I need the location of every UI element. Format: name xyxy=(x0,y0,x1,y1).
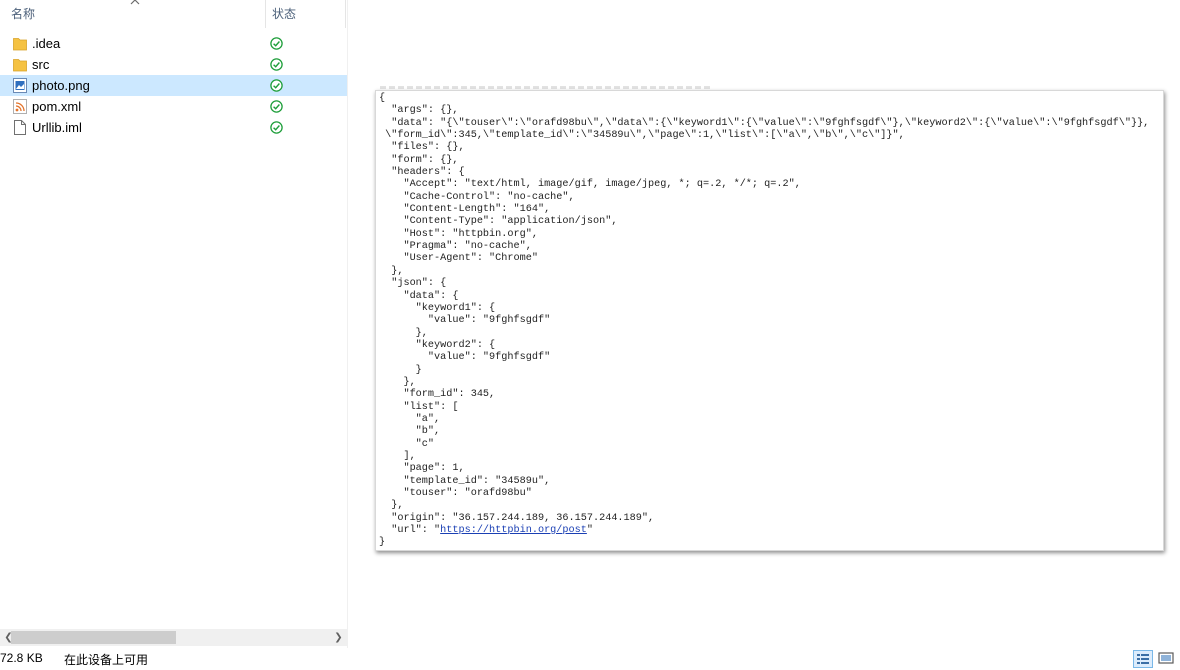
sync-status-check-icon xyxy=(270,79,283,92)
column-header-name[interactable]: 名称 xyxy=(11,0,35,28)
availability-status: 在此设备上可用 xyxy=(64,653,149,667)
sort-ascending-icon[interactable] xyxy=(129,0,141,6)
file-row[interactable]: photo.png xyxy=(0,75,347,96)
details-view-button[interactable] xyxy=(1133,650,1153,668)
horizontal-scrollbar[interactable]: ❮ ❯ xyxy=(0,629,347,646)
file-row[interactable]: Urllib.iml xyxy=(0,117,347,138)
document-icon xyxy=(13,120,27,135)
folder-icon xyxy=(13,57,27,72)
column-divider[interactable] xyxy=(345,0,346,28)
file-row[interactable]: .idea xyxy=(0,33,347,54)
file-name: photo.png xyxy=(32,78,90,93)
file-name: pom.xml xyxy=(32,99,82,114)
scrollbar-thumb[interactable] xyxy=(11,631,176,644)
file-name: src xyxy=(32,57,50,72)
column-divider[interactable] xyxy=(265,0,266,28)
sync-status-check-icon xyxy=(270,100,283,113)
sync-status-check-icon xyxy=(270,58,283,71)
image-preview-pane: { "args": {}, "data": "{\"touser\":\"ora… xyxy=(375,90,1164,551)
xml-file-icon xyxy=(13,99,27,114)
image-file-icon xyxy=(13,78,27,93)
file-explorer-pane: 名称 状态 .idea src photo.png pom.xml Urllib.iml… xyxy=(0,0,348,648)
file-name: Urllib.iml xyxy=(32,120,82,135)
sync-status-check-icon xyxy=(270,37,283,50)
selected-file-size: 72.8 KB xyxy=(0,651,43,665)
file-name: .idea xyxy=(32,36,61,51)
large-icons-view-icon xyxy=(1158,652,1174,664)
scroll-right-arrow-icon[interactable]: ❯ xyxy=(330,629,347,646)
column-header: 名称 状态 xyxy=(0,0,347,29)
preview-cropped-line xyxy=(380,86,710,89)
url-link: https://httpbin.org/post xyxy=(440,525,587,537)
folder-icon xyxy=(13,36,27,51)
file-row[interactable]: pom.xml xyxy=(0,96,347,117)
column-header-status[interactable]: 状态 xyxy=(272,0,296,28)
details-view-icon xyxy=(1137,654,1149,664)
sync-status-check-icon xyxy=(270,121,283,134)
large-icons-view-button[interactable] xyxy=(1157,650,1177,668)
status-bar: 72.8 KB 在此设备上可用 xyxy=(0,648,1180,670)
json-response-text: { "args": {}, "data": "{\"touser\":\"ora… xyxy=(379,93,1150,549)
file-row[interactable]: src xyxy=(0,54,347,75)
